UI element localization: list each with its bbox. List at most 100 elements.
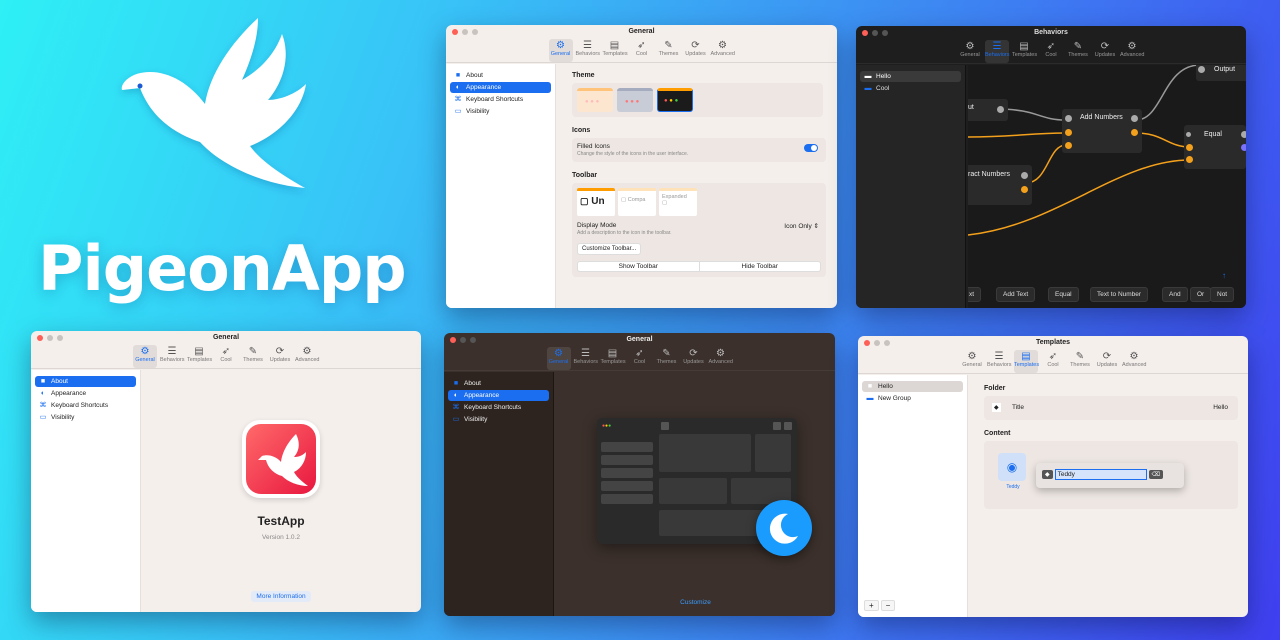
sidebar-item-keyboard[interactable]: ⌘ Keyboard Shortcuts xyxy=(35,400,136,411)
up-arrow-icon[interactable]: ↑ xyxy=(1222,271,1226,280)
node-btn-or[interactable]: Or xyxy=(1190,287,1212,302)
node-btn-text[interactable]: xt xyxy=(968,287,982,302)
tab-behaviors[interactable]: ☰ Behaviors xyxy=(160,345,184,368)
tab-updates[interactable]: ⟳ Updates xyxy=(1093,40,1117,63)
tab-general[interactable]: ⚙ General xyxy=(546,347,571,370)
sidebar-item-about[interactable]: ■ About xyxy=(450,70,551,81)
remove-button[interactable]: − xyxy=(880,600,896,611)
node-btn-text-to-number[interactable]: Text to Number xyxy=(1090,287,1149,302)
icon-button[interactable]: ◆ xyxy=(1042,470,1053,479)
template-item[interactable]: ◉ Teddy xyxy=(998,453,1028,490)
tab-themes[interactable]: ✎ Themes xyxy=(1066,40,1090,63)
tab-general[interactable]: ⚙ General xyxy=(960,350,984,373)
sidebar-item-keyboard[interactable]: ⌘ Keyboard Shortcuts xyxy=(448,402,549,413)
toolbar-style-unified[interactable]: ▢ Un xyxy=(577,188,615,216)
tab-behaviors[interactable]: ☰ Behaviors xyxy=(985,40,1009,63)
tab-general[interactable]: ⚙ General xyxy=(548,39,573,62)
window-title: General xyxy=(626,336,653,343)
sidebar-item-appearance[interactable]: ◐ Appearance xyxy=(448,390,549,401)
sidebar-item-visibility[interactable]: ▭ Visibility xyxy=(450,106,551,117)
theme-dark-option[interactable]: ● ● ● xyxy=(657,88,693,112)
hide-toolbar-button[interactable]: Hide Toolbar xyxy=(700,262,821,271)
node-btn-equal[interactable]: Equal xyxy=(1048,287,1079,302)
tab-themes[interactable]: ✎ Themes xyxy=(655,347,679,370)
sidebar-item-visibility[interactable]: ▭ Visibility xyxy=(448,414,549,425)
theme-gray-option[interactable]: ● ● ● xyxy=(617,88,653,112)
command-icon: ⌘ xyxy=(454,96,462,103)
tab-updates[interactable]: ⟳ Updates xyxy=(1095,350,1119,373)
sidebar-item-visibility[interactable]: ▭ Visibility xyxy=(35,412,136,423)
tab-advanced[interactable]: ⚙ Advanced xyxy=(1122,350,1146,373)
tab-templates[interactable]: ▤ Templates xyxy=(187,345,212,368)
delete-icon[interactable]: ⌫ xyxy=(1148,470,1164,479)
tab-cool[interactable]: ➶ Cool xyxy=(214,345,238,368)
node-add-numbers[interactable]: Add Numbers xyxy=(1062,109,1142,153)
tab-templates[interactable]: ▤ Templates xyxy=(1014,350,1039,373)
traffic-lights[interactable] xyxy=(862,30,888,36)
node-input[interactable]: ut xyxy=(968,99,1008,121)
more-information-button[interactable]: More Information xyxy=(251,591,311,602)
list-item-hello[interactable]: ■ Hello xyxy=(862,381,963,392)
pigeon-logo-icon xyxy=(121,18,306,188)
tab-themes[interactable]: ✎ Themes xyxy=(1068,350,1092,373)
display-mode-select[interactable]: Icon Only ⇕ xyxy=(784,222,819,230)
tab-advanced[interactable]: ⚙ Advanced xyxy=(709,347,733,370)
window-general-about: General ⚙ General ☰ Behaviors ▤ Templates ➶… xyxy=(31,331,421,612)
tab-updates[interactable]: ⟳ Updates xyxy=(268,345,292,368)
node-btn-and[interactable]: And xyxy=(1162,287,1188,302)
toolbar-style-expanded[interactable]: Expanded ▢ xyxy=(659,188,697,216)
rename-input[interactable]: Teddy xyxy=(1054,469,1147,480)
node-output[interactable]: Output xyxy=(1196,65,1246,81)
filled-icons-toggle[interactable] xyxy=(804,144,818,152)
tab-templates[interactable]: ▤ Templates xyxy=(601,347,626,370)
list-item-cool[interactable]: ▬ Cool xyxy=(860,83,961,94)
tab-general[interactable]: ⚙ General xyxy=(133,345,157,368)
tab-behaviors[interactable]: ☰ Behaviors xyxy=(574,347,598,370)
sidebar-item-appearance[interactable]: ◐ Appearance xyxy=(35,388,136,399)
node-btn-not[interactable]: Not xyxy=(1210,287,1235,302)
list-item-new-group[interactable]: ▬ New Group xyxy=(862,393,963,404)
tab-updates[interactable]: ⟳ Updates xyxy=(684,39,708,62)
icon-picker[interactable]: ◆ xyxy=(992,403,1001,412)
moon-icon[interactable] xyxy=(756,500,812,556)
tab-advanced[interactable]: ⚙ Advanced xyxy=(1120,40,1144,63)
tab-cool[interactable]: ➶ Cool xyxy=(630,39,654,62)
tab-themes[interactable]: ✎ Themes xyxy=(241,345,265,368)
tab-templates[interactable]: ▤ Templates xyxy=(603,39,628,62)
add-button[interactable]: + xyxy=(864,600,879,611)
traffic-lights[interactable] xyxy=(452,29,478,35)
traffic-lights[interactable] xyxy=(37,335,63,341)
window-behaviors: Behaviors ⚙ General ☰ Behaviors ▤ Templates… xyxy=(856,26,1246,308)
tab-general[interactable]: ⚙ General xyxy=(958,40,982,63)
theme-light-option[interactable]: ● ● ● xyxy=(577,88,613,112)
tab-advanced[interactable]: ⚙ Advanced xyxy=(295,345,319,368)
sidebar-item-keyboard[interactable]: ⌘ Keyboard Shortcuts xyxy=(450,94,551,105)
customize-toolbar-button[interactable]: Customize Toolbar... xyxy=(577,243,642,255)
sidebar-item-about[interactable]: ■ About xyxy=(35,376,136,387)
window-titlebar: General xyxy=(31,331,421,345)
tab-cool[interactable]: ➶ Cool xyxy=(1039,40,1063,63)
tab-cool[interactable]: ➶ Cool xyxy=(628,347,652,370)
sidebar: ■ About ◐ Appearance ⌘ Keyboard Shortcuts ▭… xyxy=(444,372,554,616)
node-canvas[interactable]: ut Add Numbers Output ract Numbers Equal… xyxy=(968,65,1246,308)
node-btn-add-text[interactable]: Add Text xyxy=(996,287,1036,302)
title-value[interactable]: Hello xyxy=(1213,404,1228,411)
tab-behaviors[interactable]: ☰ Behaviors xyxy=(576,39,600,62)
node-subtract-numbers[interactable]: ract Numbers xyxy=(968,165,1032,205)
tab-templates[interactable]: ▤ Templates xyxy=(1012,40,1037,63)
customize-button[interactable]: Customize xyxy=(556,599,835,606)
filled-icons-desc: Change the style of the icons in the use… xyxy=(577,151,689,157)
tab-behaviors[interactable]: ☰ Behaviors xyxy=(987,350,1011,373)
traffic-lights[interactable] xyxy=(864,340,890,346)
tab-themes[interactable]: ✎ Themes xyxy=(657,39,681,62)
show-toolbar-button[interactable]: Show Toolbar xyxy=(578,262,700,271)
sidebar-item-about[interactable]: ■ About xyxy=(448,378,549,389)
tab-cool[interactable]: ➶ Cool xyxy=(1041,350,1065,373)
list-item-hello[interactable]: ▬ Hello xyxy=(860,71,961,82)
tab-updates[interactable]: ⟳ Updates xyxy=(682,347,706,370)
node-equal[interactable]: Equal xyxy=(1184,125,1246,169)
tab-advanced[interactable]: ⚙ Advanced xyxy=(711,39,735,62)
sidebar-item-appearance[interactable]: ◐ Appearance xyxy=(450,82,551,93)
traffic-lights[interactable] xyxy=(450,337,476,343)
toolbar-style-compact[interactable]: ▢ Compa xyxy=(618,188,656,216)
